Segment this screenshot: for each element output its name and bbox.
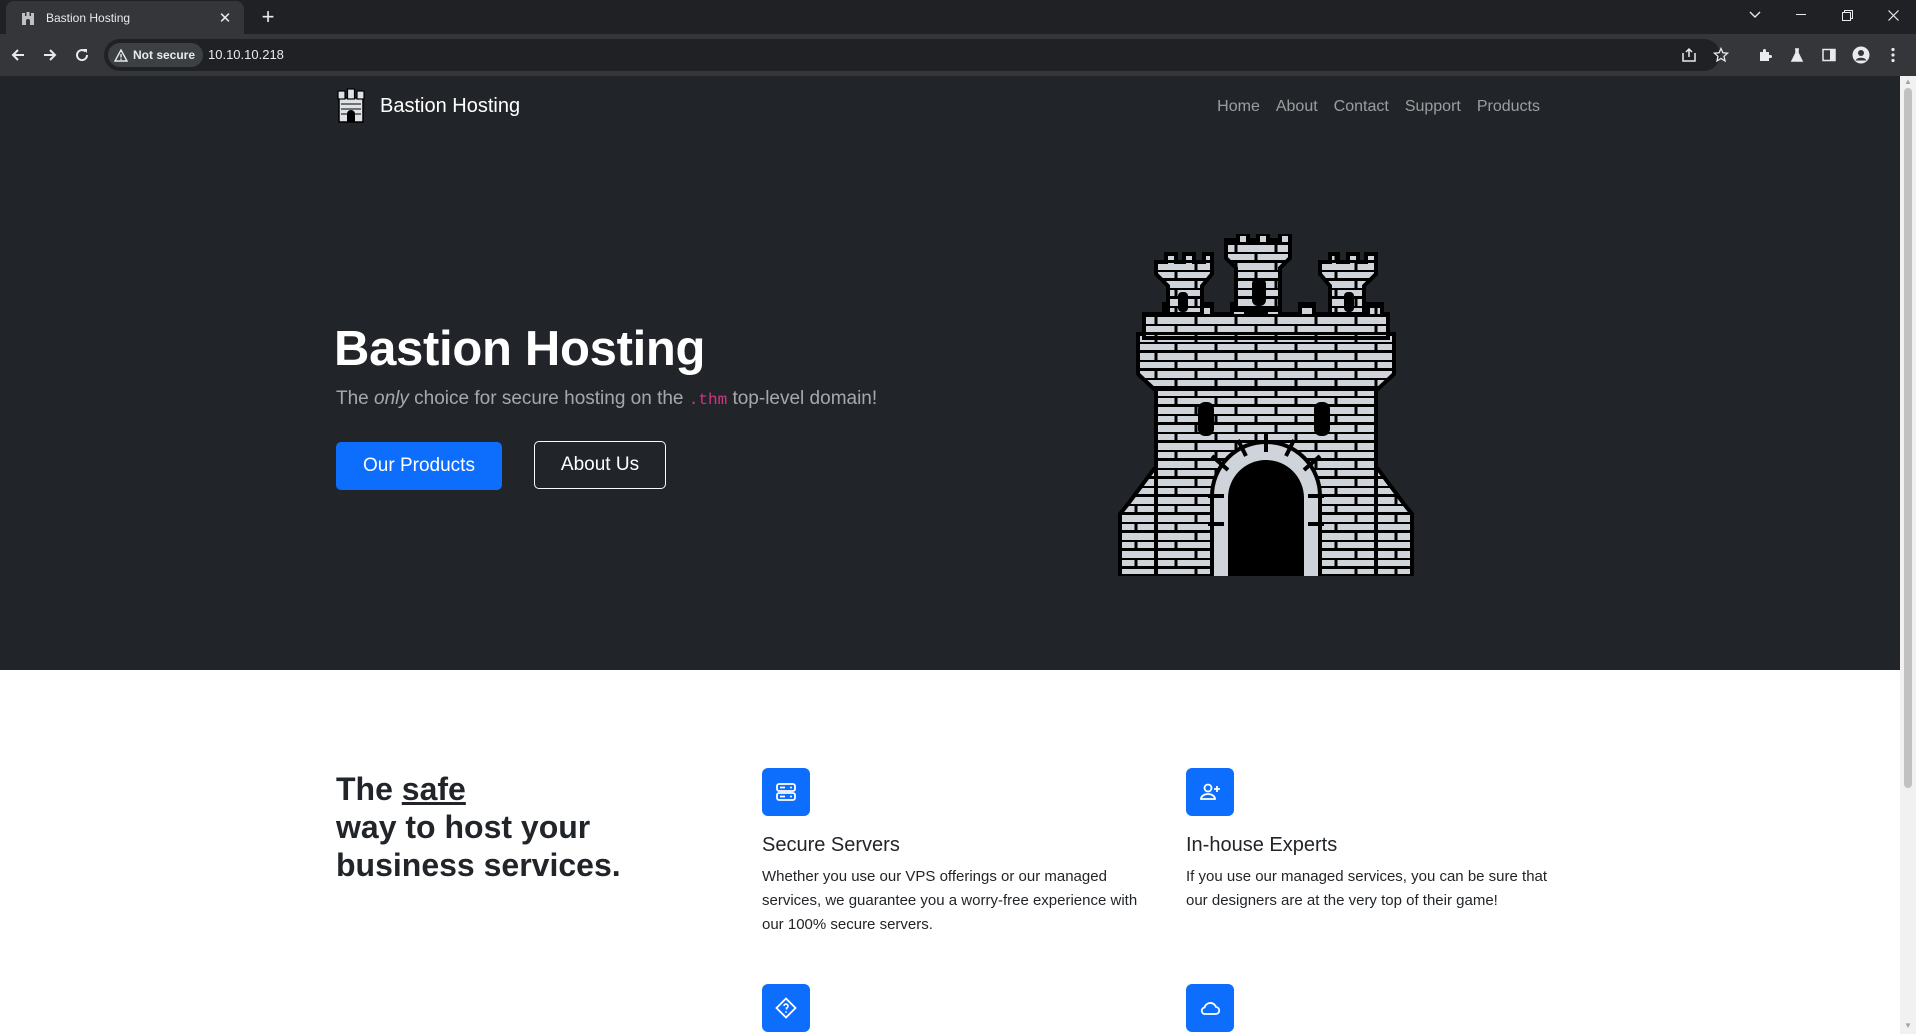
feature-title: Secure Servers	[762, 834, 900, 856]
security-label: Not secure	[133, 48, 196, 62]
nav-home[interactable]: Home	[1217, 98, 1260, 116]
site-info-chip[interactable]: Not secure	[108, 43, 204, 67]
hero-section: Bastion Hosting Home About Contact Suppo…	[0, 76, 1900, 670]
bookmark-star-icon[interactable]	[1710, 44, 1732, 66]
navbar-brand[interactable]: Bastion Hosting	[336, 88, 520, 124]
hero-sub-middle: choice for secure hosting on the	[408, 388, 689, 409]
feature-title: In-house Experts	[1186, 834, 1338, 856]
extensions-puzzle-icon[interactable]	[1754, 44, 1776, 66]
close-window-button[interactable]	[1870, 0, 1916, 30]
tab-search-icon[interactable]	[1732, 0, 1778, 30]
castle-logo-icon	[337, 88, 365, 123]
back-button[interactable]	[4, 41, 32, 69]
new-tab-button[interactable]: +	[255, 4, 281, 30]
feature-inhouse-experts: In-house Experts If you use our managed …	[1186, 768, 1566, 913]
features-title-prefix: The	[336, 771, 402, 807]
feature-support	[762, 984, 1142, 1032]
feature-secure-servers: Secure Servers Whether you use our VPS o…	[762, 768, 1142, 937]
minimize-button[interactable]	[1778, 0, 1824, 30]
browser-tab[interactable]: Bastion Hosting ✕	[6, 1, 244, 34]
cloud-icon	[1186, 984, 1234, 1032]
share-icon[interactable]	[1678, 44, 1700, 66]
side-panel-icon[interactable]	[1818, 44, 1840, 66]
features-title-underlined: safe	[401, 771, 466, 807]
hero-subtitle: The only choice for secure hosting on th…	[336, 388, 877, 410]
person-plus-icon	[1186, 768, 1234, 816]
scroll-up-arrow-icon[interactable]: ▲	[1904, 78, 1912, 86]
nav-about[interactable]: About	[1276, 98, 1318, 116]
browser-tabstrip: Bastion Hosting ✕ +	[0, 0, 1916, 34]
castle-illustration	[1118, 234, 1414, 576]
scroll-down-arrow-icon[interactable]: ▼	[1904, 1022, 1912, 1030]
hero-sub-suffix: top-level domain!	[727, 388, 878, 409]
feature-text: Whether you use our VPS offerings or our…	[762, 868, 1138, 933]
hero-sub-emphasis: only	[374, 388, 409, 409]
nav-support[interactable]: Support	[1405, 98, 1461, 116]
feature-cloud	[1186, 984, 1566, 1032]
page-viewport: Bastion Hosting Home About Contact Suppo…	[0, 76, 1900, 1034]
forward-button[interactable]	[36, 41, 64, 69]
reload-button[interactable]	[68, 41, 96, 69]
nav-products[interactable]: Products	[1477, 98, 1540, 116]
address-bar[interactable]: Not secure 10.10.10.218	[104, 39, 1720, 71]
server-icon	[762, 768, 810, 816]
features-title-suffix: way to host your business services.	[336, 809, 621, 883]
feature-text: If you use our managed services, you can…	[1186, 868, 1548, 909]
tab-title: Bastion Hosting	[46, 10, 131, 25]
about-us-button[interactable]: About Us	[534, 441, 666, 489]
url-text[interactable]: 10.10.10.218	[208, 47, 284, 62]
our-products-button[interactable]: Our Products	[336, 442, 502, 490]
nav-contact[interactable]: Contact	[1334, 98, 1389, 116]
castle-favicon-icon	[22, 11, 34, 25]
signpost-icon	[762, 984, 810, 1032]
hero-sub-prefix: The	[336, 388, 375, 409]
browser-menu-icon[interactable]	[1882, 44, 1904, 66]
labs-flask-icon[interactable]	[1786, 44, 1808, 66]
page-scrollbar[interactable]: ▲ ▼	[1900, 76, 1916, 1034]
restore-button[interactable]	[1824, 0, 1870, 30]
profile-avatar-icon[interactable]	[1850, 44, 1872, 66]
features-title: The safe way to host your business servi…	[336, 770, 696, 884]
hero-title: Bastion Hosting	[334, 322, 706, 376]
tab-close-icon[interactable]: ✕	[216, 9, 234, 27]
main-nav: Home About Contact Support Products	[1201, 98, 1540, 116]
warning-icon	[114, 48, 128, 62]
hero-sub-code: .thm	[688, 391, 728, 409]
brand-name: Bastion Hosting	[380, 94, 521, 117]
browser-toolbar: Not secure 10.10.10.218	[0, 34, 1916, 76]
scrollbar-thumb[interactable]	[1904, 88, 1912, 788]
